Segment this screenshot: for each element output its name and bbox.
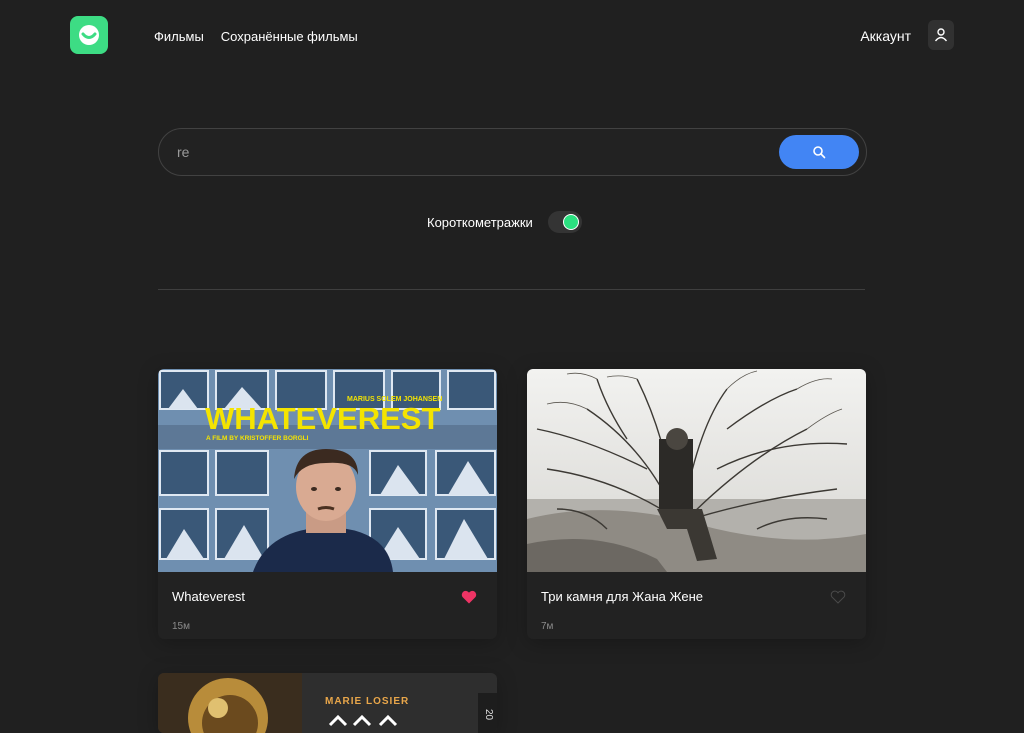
search-input[interactable] xyxy=(177,142,737,162)
movie-title: Три камня для Жана Жене xyxy=(541,589,703,604)
user-icon xyxy=(934,28,948,42)
heart-filled-icon[interactable] xyxy=(461,590,477,604)
shorts-toggle[interactable] xyxy=(547,211,582,233)
poster-headline: WHATEVEREST xyxy=(205,401,440,436)
nav-saved-movies[interactable]: Сохранённые фильмы xyxy=(221,29,358,44)
movie-card[interactable]: Три камня для Жана Жене 7м xyxy=(527,369,866,639)
movie-title: Whateverest xyxy=(172,589,245,604)
poster-side-text: 20 xyxy=(483,709,494,721)
heart-outline-icon[interactable] xyxy=(830,590,846,604)
movie-thumbnail-whateverest[interactable]: MARIUS SOLEM JOHANSEN WHATEVEREST A FILM… xyxy=(158,369,497,572)
shorts-filter: Короткометражки xyxy=(427,211,582,233)
movie-thumbnail-three-stones[interactable] xyxy=(527,369,866,572)
movie-card[interactable]: MARIUS SOLEM JOHANSEN WHATEVEREST A FILM… xyxy=(158,369,497,639)
movie-card[interactable]: MARIE LOSIER 20 xyxy=(158,673,497,733)
search-icon xyxy=(813,146,826,159)
poster-credit: MARIE LOSIER xyxy=(325,696,409,707)
movie-duration: 15м xyxy=(172,621,190,632)
search-form xyxy=(158,128,867,176)
shorts-label: Короткометражки xyxy=(427,214,533,230)
movie-thumbnail-marie-losier[interactable]: MARIE LOSIER 20 xyxy=(158,673,497,733)
divider xyxy=(158,289,865,290)
account-button[interactable] xyxy=(928,20,954,50)
search-button[interactable] xyxy=(779,135,859,169)
smile-logo-icon xyxy=(79,25,99,45)
movie-duration: 7м xyxy=(541,621,554,632)
poster-byline: A FILM BY KRISTOFFER BORGLI xyxy=(206,435,309,442)
toggle-knob xyxy=(562,214,579,230)
account-link[interactable]: Аккаунт xyxy=(860,28,911,44)
main-nav: Фильмы Сохранённые фильмы xyxy=(154,29,358,44)
app-logo[interactable] xyxy=(70,16,108,54)
nav-movies[interactable]: Фильмы xyxy=(154,29,204,44)
